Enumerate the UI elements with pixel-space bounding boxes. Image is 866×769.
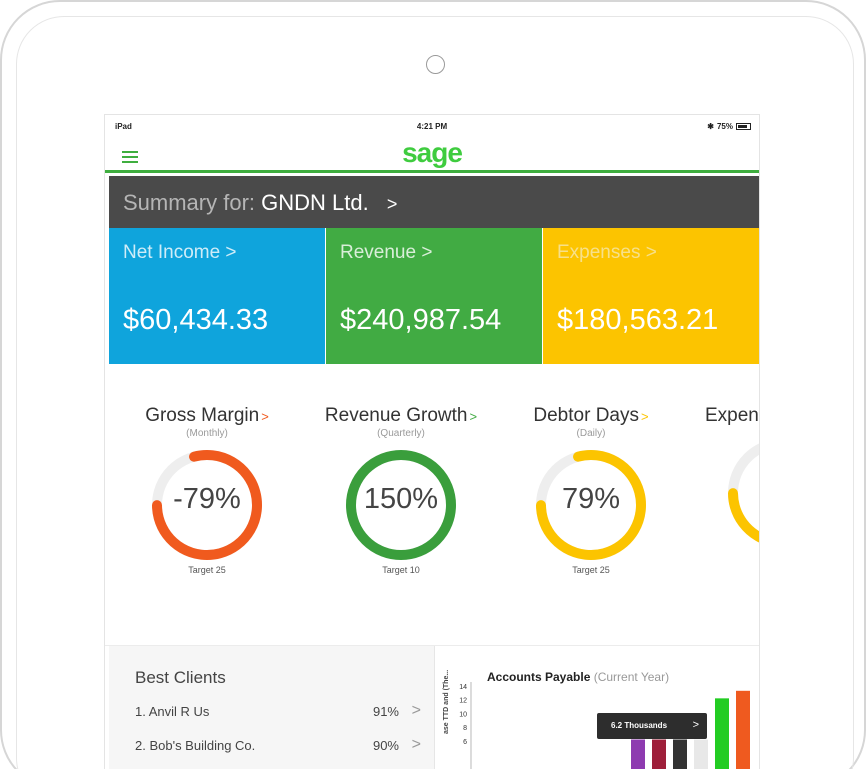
- kpi-value: -79%: [173, 483, 241, 515]
- kpi-value: 8: [723, 471, 759, 504]
- clock: 4:21 PM: [416, 122, 448, 131]
- client-row[interactable]: 1. Anvil R Us 91% >: [135, 702, 421, 728]
- tile-revenue[interactable]: Revenue > $240,987.54: [326, 228, 542, 364]
- company-name: GNDN Ltd.: [261, 190, 369, 215]
- kpi-gross-margin[interactable]: Gross Margin > (Monthly) -79% Target 25: [107, 405, 307, 575]
- client-row[interactable]: 2. Bob's Building Co. 90% >: [135, 736, 421, 762]
- tile-value: $240,987.54: [340, 304, 502, 336]
- client-name: 2. Bob's Building Co.: [135, 738, 256, 753]
- financial-tiles: Net Income > $60,434.33 Revenue > $240,9…: [109, 228, 759, 364]
- kpi-value: 79%: [561, 483, 621, 515]
- bar[interactable]: [673, 739, 687, 769]
- bar[interactable]: [736, 690, 750, 769]
- kpi-value: 150%: [363, 483, 439, 515]
- battery-icon: [736, 123, 751, 130]
- client-percent: 90%: [372, 738, 399, 753]
- chevron-right-icon: >: [641, 409, 649, 424]
- kpi-period: (Daily): [576, 428, 606, 439]
- tile-label: Net Income >: [123, 242, 237, 263]
- tile-label: Expenses >: [557, 242, 657, 263]
- bar[interactable]: [652, 739, 666, 769]
- kpi-title: Expen: [705, 405, 759, 426]
- kpi-period: (Quarterly): [377, 428, 425, 439]
- y-tick-label: 8: [463, 725, 467, 732]
- tile-expenses[interactable]: Expenses > $180,563.21: [543, 228, 759, 364]
- tile-value: $60,434.33: [123, 304, 269, 336]
- bluetooth-icon: ✱: [707, 122, 714, 131]
- kpi-period: (Monthly): [186, 428, 228, 439]
- chevron-right-icon: >: [469, 409, 478, 424]
- status-right: ✱ 75%: [707, 122, 751, 131]
- kpi-title: Gross Margin >: [145, 405, 269, 426]
- bar[interactable]: [694, 739, 708, 769]
- chevron-right-icon: >: [692, 719, 699, 731]
- tile-net-income[interactable]: Net Income > $60,434.33: [109, 228, 325, 364]
- best-clients-heading: Best Clients: [135, 668, 226, 687]
- client-percent: 91%: [372, 704, 399, 719]
- tile-label: Revenue >: [340, 242, 433, 263]
- chevron-right-icon: >: [386, 194, 398, 214]
- chevron-right-icon: >: [411, 736, 421, 753]
- tile-value: $180,563.21: [557, 304, 719, 336]
- chevron-right-icon: >: [261, 409, 269, 424]
- kpi-target: Target 10: [382, 565, 420, 575]
- battery-percent: 75%: [716, 122, 733, 131]
- y-tick-label: 10: [459, 711, 467, 718]
- kpi-debtor-days[interactable]: Debtor Days > (Daily) 79% Target 25: [491, 405, 691, 575]
- kpi-gauge: 150%: [341, 445, 461, 565]
- status-bar: iPad 4:21 PM ✱ 75%: [105, 115, 759, 137]
- y-tick-label: 6: [463, 739, 467, 746]
- client-name: 1. Anvil R Us: [135, 704, 210, 719]
- kpi-title: Revenue Growth >: [324, 405, 478, 426]
- kpi-revenue-growth[interactable]: Revenue Growth > (Quarterly) 150% Target …: [301, 405, 501, 575]
- kpi-carousel[interactable]: Gross Margin > (Monthly) -79% Target 25 R…: [105, 405, 759, 595]
- summary-prefix: Summary for:: [123, 190, 256, 215]
- accounts-payable-panel: Accounts Payable (Current Year) ase TTD …: [437, 646, 759, 769]
- kpi-title: Debtor Days >: [533, 405, 649, 426]
- y-tick-label: 12: [459, 698, 467, 705]
- chevron-right-icon: >: [411, 702, 421, 719]
- camera-icon: [426, 55, 445, 74]
- y-tick-label: 14: [459, 684, 467, 691]
- kpi-gauge: 79%: [531, 445, 651, 565]
- best-clients-panel: Best Clients 1. Anvil R Us 91% > 2. Bob'…: [109, 646, 435, 769]
- bottom-panels: Best Clients 1. Anvil R Us 91% > 2. Bob'…: [105, 645, 759, 769]
- app-screen: iPad 4:21 PM ✱ 75% sage Summary for: GND…: [104, 114, 760, 769]
- chart-tooltip[interactable]: 6.2 Thousands >: [597, 713, 707, 739]
- kpi-gauge: 8: [723, 433, 759, 553]
- sage-logo: sage: [402, 137, 463, 168]
- accounts-payable-chart: 14 12 10 8 6: [459, 682, 750, 769]
- kpi-expenses-partial[interactable]: Expen 8: [665, 405, 759, 553]
- summary-header[interactable]: Summary for: GNDN Ltd. >: [109, 176, 759, 228]
- bar[interactable]: [631, 739, 645, 769]
- bar[interactable]: [715, 698, 729, 769]
- kpi-target: Target 25: [188, 565, 226, 575]
- kpi-gauge: -79%: [147, 445, 267, 565]
- nav-bar: sage: [105, 137, 759, 173]
- kpi-target: Target 25: [572, 565, 610, 575]
